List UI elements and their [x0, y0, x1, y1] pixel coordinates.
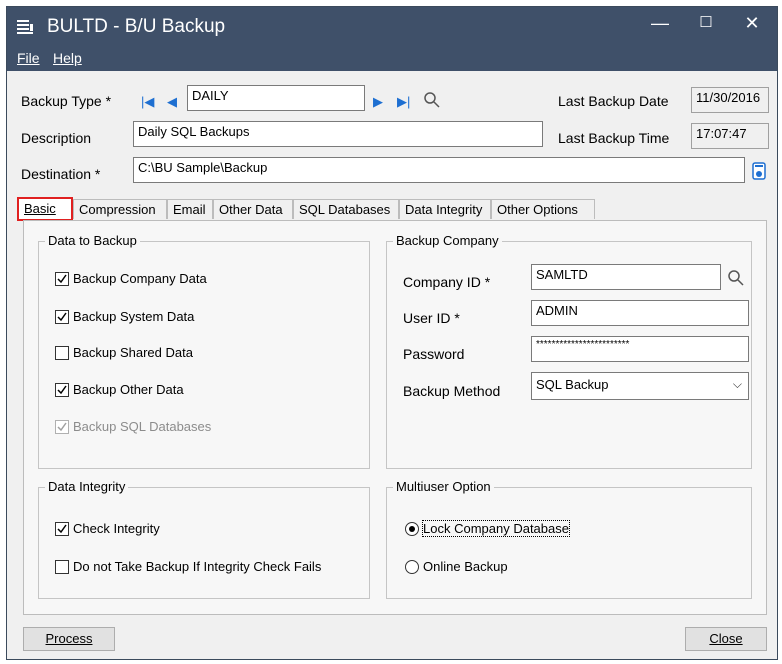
check-integrity-label[interactable]: Check Integrity: [73, 521, 160, 536]
online-backup-radio[interactable]: [405, 560, 419, 574]
close-button[interactable]: Close: [685, 627, 767, 651]
app-icon: [17, 20, 33, 34]
backup-other-data-checkbox[interactable]: [55, 383, 69, 397]
tab-basic[interactable]: Basic: [17, 197, 73, 221]
last-backup-date-value: 11/30/2016: [691, 87, 769, 113]
user-id-label: User ID *: [403, 310, 460, 326]
last-backup-time-value: 17:07:47: [691, 123, 769, 149]
backup-company-group: Backup Company Company ID * SAMLTD User …: [386, 233, 752, 469]
menu-bar: File Help: [7, 47, 777, 71]
password-label: Password: [403, 346, 465, 362]
lock-company-database-radio[interactable]: [405, 522, 419, 536]
data-to-backup-title: Data to Backup: [45, 233, 140, 248]
check-integrity-checkbox[interactable]: [55, 522, 69, 536]
backup-system-data-checkbox[interactable]: [55, 310, 69, 324]
tab-sql-databases[interactable]: SQL Databases: [293, 199, 399, 219]
backup-company-data-label[interactable]: Backup Company Data: [73, 271, 207, 286]
menu-file[interactable]: File: [17, 50, 40, 66]
window-title: BULTD - B/U Backup: [47, 16, 226, 37]
data-integrity-group: Data Integrity Check Integrity Do not Ta…: [38, 479, 370, 599]
company-id-label: Company ID *: [403, 274, 491, 290]
tab-other-options[interactable]: Other Options: [491, 199, 595, 219]
multiuser-option-group: Multiuser Option Lock Company Database O…: [386, 479, 752, 599]
skip-backup-on-fail-checkbox[interactable]: [55, 560, 69, 574]
backup-company-data-checkbox[interactable]: [55, 272, 69, 286]
company-id-input[interactable]: SAMLTD: [531, 264, 721, 290]
last-backup-time-label: Last Backup Time: [558, 130, 670, 146]
multiuser-option-title: Multiuser Option: [393, 479, 494, 494]
backup-company-title: Backup Company: [393, 233, 502, 248]
description-input[interactable]: Daily SQL Backups: [133, 121, 543, 147]
company-lookup-icon[interactable]: [727, 269, 745, 287]
next-record-icon[interactable]: ▶: [373, 94, 383, 110]
close-window-button[interactable]: ✕: [729, 7, 775, 39]
destination-input[interactable]: C:\BU Sample\Backup: [133, 157, 745, 183]
backup-method-label: Backup Method: [403, 383, 501, 399]
backup-shared-data-label[interactable]: Backup Shared Data: [73, 345, 193, 360]
description-label: Description: [21, 130, 92, 146]
process-button[interactable]: Process: [23, 627, 115, 651]
backup-window: BULTD - B/U Backup — ☐ ✕ File Help Backu…: [6, 6, 778, 660]
data-integrity-title: Data Integrity: [45, 479, 129, 494]
basic-tab-panel: Data to Backup Backup Company Data Backu…: [23, 220, 767, 615]
browse-folder-icon[interactable]: [752, 162, 766, 180]
password-input[interactable]: ************************: [531, 336, 749, 362]
previous-record-icon[interactable]: ◀: [167, 94, 177, 110]
backup-method-select[interactable]: SQL Backup ⌵: [531, 372, 749, 400]
minimize-button[interactable]: —: [637, 7, 683, 39]
tab-other-data[interactable]: Other Data: [213, 199, 293, 219]
chevron-down-icon: ⌵: [732, 377, 742, 391]
backup-type-label: Backup Type *: [21, 93, 112, 109]
backup-method-value: SQL Backup: [536, 377, 609, 392]
lock-company-database-label[interactable]: Lock Company Database: [422, 520, 570, 537]
tab-data-integrity[interactable]: Data Integrity: [399, 199, 491, 219]
first-record-icon[interactable]: |◀: [141, 94, 154, 110]
destination-label: Destination *: [21, 166, 101, 182]
skip-backup-on-fail-label[interactable]: Do not Take Backup If Integrity Check Fa…: [73, 559, 321, 574]
online-backup-label[interactable]: Online Backup: [423, 559, 508, 574]
backup-type-lookup-icon[interactable]: [423, 91, 441, 109]
tab-compression[interactable]: Compression: [73, 199, 167, 219]
backup-other-data-label[interactable]: Backup Other Data: [73, 382, 184, 397]
data-to-backup-group: Data to Backup Backup Company Data Backu…: [38, 233, 370, 469]
backup-sql-databases-checkbox: [55, 420, 69, 434]
last-backup-date-label: Last Backup Date: [558, 93, 669, 109]
last-record-icon[interactable]: ▶|: [397, 94, 410, 110]
backup-shared-data-checkbox[interactable]: [55, 346, 69, 360]
tab-email[interactable]: Email: [167, 199, 213, 219]
backup-type-input[interactable]: DAILY: [187, 85, 365, 111]
user-id-input[interactable]: ADMIN: [531, 300, 749, 326]
title-bar[interactable]: BULTD - B/U Backup — ☐ ✕: [7, 7, 777, 47]
menu-help[interactable]: Help: [53, 50, 82, 66]
backup-sql-databases-label: Backup SQL Databases: [73, 419, 212, 434]
maximize-button[interactable]: ☐: [683, 7, 729, 39]
backup-system-data-label[interactable]: Backup System Data: [73, 309, 194, 324]
